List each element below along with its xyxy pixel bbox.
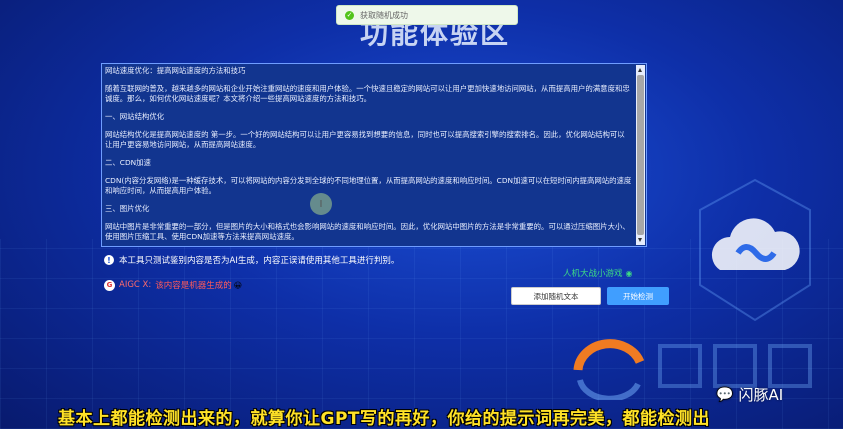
eye-icon[interactable]: ◉ [626,269,633,278]
scroll-up-icon[interactable] [638,68,642,72]
aigc-logo-icon: G [104,279,115,291]
scrollbar-thumb[interactable] [637,75,644,235]
paragraph: 随着互联网的普及，越来越多的网站和企业开始注重网站的速度和用户体验。一个快速且稳… [105,84,630,103]
success-toast: ✓ 获取随机成功 [336,5,518,25]
mouse-cursor-highlight: I [310,193,332,215]
cloud-logo-decoration [699,178,811,322]
brand-logo-decoration [573,339,812,400]
result-text: 该内容是机器生成的 [155,281,232,291]
text-input-area[interactable]: 网站速度优化：提高网站速度的方法和技巧 随着互联网的普及，越来越多的网站和企业开… [101,63,647,247]
channel-watermark: 💬 闪豚AI [716,384,783,405]
game-link-label[interactable]: 人机大战小游戏 [563,267,623,279]
paragraph: 三、图片优化 [105,204,150,213]
emoji-icon: 😀 [233,280,243,290]
check-circle-icon: ✓ [345,10,354,20]
text-content[interactable]: 网站速度优化：提高网站速度的方法和技巧 随着互联网的普及，越来越多的网站和企业开… [102,64,646,246]
paragraph: 网站中图片是非常重要的一部分，但是图片的大小和格式也会影响网站的速度和响应时间。… [105,222,630,241]
paragraph: 网站速度优化：提高网站速度的方法和技巧 [105,66,246,75]
disclaimer-notice: ! 本工具只测试鉴别内容是否为AI生成，内容正误请使用其他工具进行判别。 [104,254,399,266]
paragraph: 网站结构优化是提高网站速度的 第一步。一个好的网站结构可以让用户更容易找到想要的… [105,130,625,149]
toast-message: 获取随机成功 [360,10,408,20]
paragraph: 一、网站结构优化 [105,112,165,121]
start-detection-button[interactable]: 开始检测 [607,287,669,305]
paragraph: 二、CDN加速 [105,158,151,167]
add-random-text-button[interactable]: 添加随机文本 [511,287,601,305]
paragraph: CDN(内容分发网络)是一种缓存技术，可以将网站的内容分发到全球的不同地理位置，… [105,176,632,195]
watermark-text: 闪豚AI [738,386,784,404]
disclaimer-text: 本工具只测试鉴别内容是否为AI生成，内容正误请使用其他工具进行判别。 [119,256,400,266]
scroll-down-icon[interactable] [638,238,642,242]
wechat-icon: 💬 [716,386,734,403]
game-link[interactable]: 人机大战小游戏 ◉ [563,267,633,280]
result-label: AIGC X: [119,280,152,290]
detection-result: G AIGC X: 该内容是机器生成的 😀 [104,279,242,291]
vertical-scrollbar[interactable] [636,65,645,245]
info-icon: ! [104,255,114,265]
video-subtitle: 基本上都能检测出来的，就算你让GPT写的再好，你给的提示词再完美，都能检测出 [58,409,711,429]
